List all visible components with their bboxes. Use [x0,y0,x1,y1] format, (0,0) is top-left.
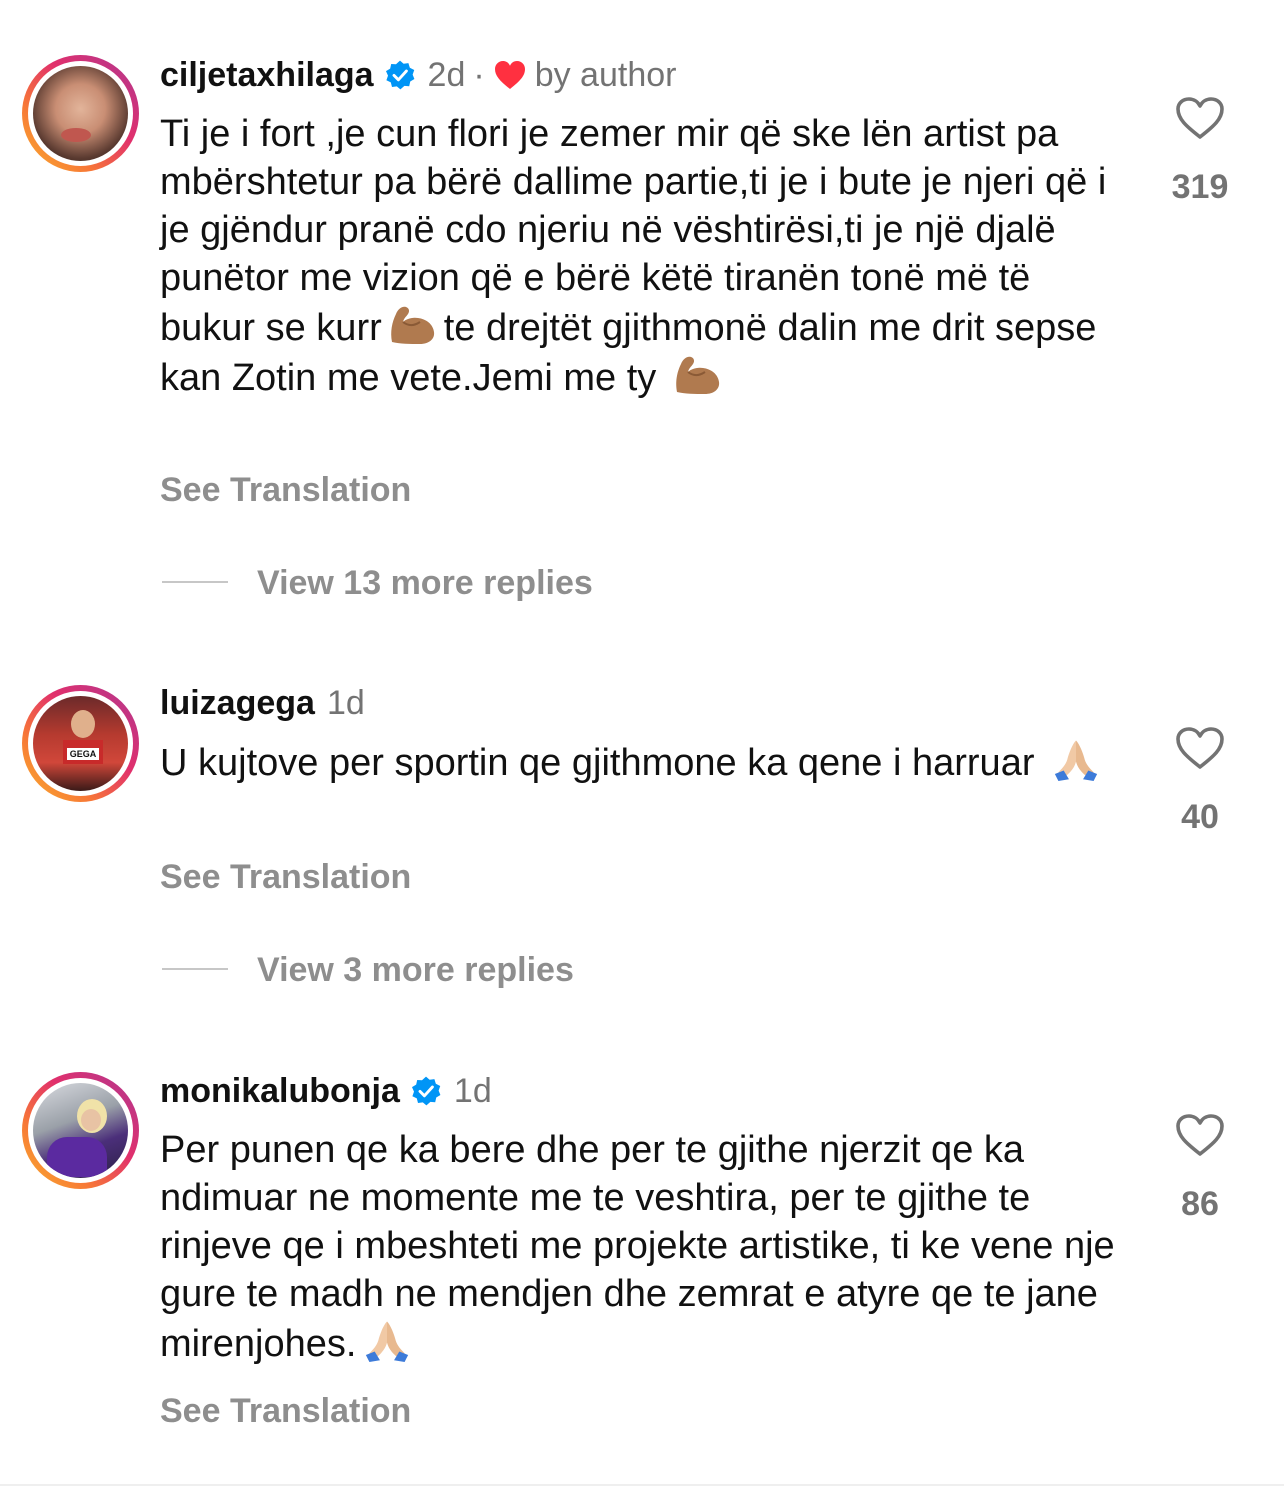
comments-list: ciljetaxhilaga 2d · by author Ti je i fo… [0,0,1284,1506]
avatar[interactable] [22,1072,139,1189]
see-translation-button[interactable]: See Translation [160,470,411,510]
like-count: 86 [1181,1185,1219,1223]
timestamp: 1d [326,684,365,722]
like-count: 319 [1171,168,1229,206]
liked-by-author-label: by author [534,56,677,94]
avatar-image: GEGA [33,696,128,791]
folded-hands-icon [360,1318,414,1362]
comment-text: U kujtove per sportin qe gjithmone ka qe… [160,737,1120,787]
comment-text: Per punen qe ka bere dhe per te gjithe n… [160,1126,1120,1368]
view-replies-button[interactable]: View 3 more replies [257,950,574,990]
timestamp: 1d [453,1072,492,1110]
timestamp: 2d [427,56,466,94]
avatar-image [33,66,128,161]
avatar[interactable] [22,55,139,172]
avatar[interactable]: GEGA [22,685,139,802]
liked-by-author-heart-icon [493,59,527,91]
replies-divider [162,968,228,970]
like-heart-icon[interactable] [1174,725,1226,771]
comment-text-part: U kujtove per sportin qe gjithmone ka qe… [160,742,1046,784]
like-heart-icon[interactable] [1174,95,1226,141]
verified-badge-icon [384,59,416,91]
username[interactable]: ciljetaxhilaga [160,55,374,95]
like-heart-icon[interactable] [1174,1112,1226,1158]
flexed-biceps-icon [671,352,725,396]
view-replies-button[interactable]: View 13 more replies [257,563,593,603]
flexed-biceps-icon [386,302,440,346]
verified-badge-icon [410,1075,442,1107]
bib-label: GEGA [67,748,99,760]
see-translation-button[interactable]: See Translation [160,857,411,897]
separator-dot: · [473,56,485,94]
comment-text: Ti je i fort ,je cun flori je zemer mir … [160,110,1120,402]
replies-divider [162,581,228,583]
see-translation-button[interactable]: See Translation [160,1391,411,1431]
comment-text-part: Per punen qe ka bere dhe per te gjithe n… [160,1129,1115,1365]
bottom-divider [0,1484,1284,1486]
like-count: 40 [1181,798,1219,836]
avatar-image [33,1083,128,1178]
username[interactable]: luizagega [160,683,315,723]
username[interactable]: monikalubonja [160,1071,400,1111]
folded-hands-icon [1049,737,1103,781]
